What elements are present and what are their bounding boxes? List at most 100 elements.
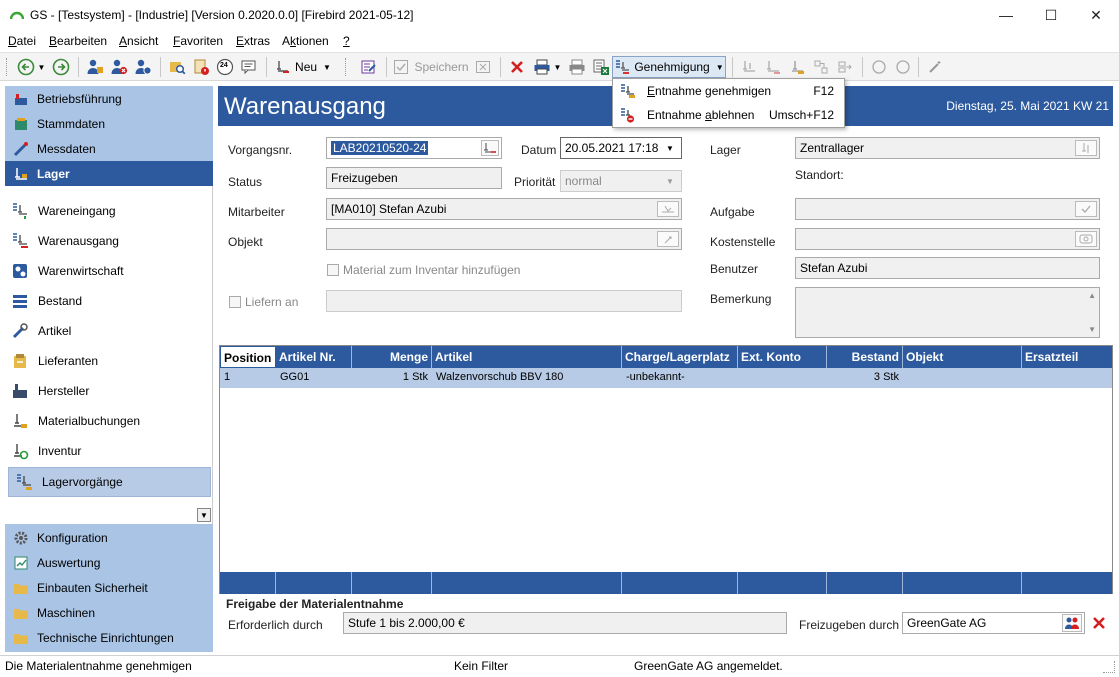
toolbar-grip[interactable]: [6, 58, 9, 76]
menu-extras[interactable]: Extras: [236, 34, 270, 48]
menu-datei[interactable]: Datei: [8, 34, 36, 48]
sidebar-item-artikel[interactable]: Artikel: [5, 316, 213, 346]
col-menge[interactable]: Menge: [352, 346, 432, 368]
sidebar-scroll-button[interactable]: ▼: [197, 508, 211, 522]
approval-dropdown-button[interactable]: Genehmigung ▼: [612, 56, 726, 78]
sidebar-item-warenausgang[interactable]: Warenausgang: [5, 226, 213, 256]
resize-grip[interactable]: [1103, 661, 1115, 673]
kostenstelle-field[interactable]: [795, 228, 1100, 250]
mitarbeiter-lookup-button[interactable]: [657, 201, 679, 217]
sidebar-item-hersteller[interactable]: Hersteller: [5, 376, 213, 406]
kostenstelle-lookup-button[interactable]: [1075, 231, 1097, 247]
inventory-count-icon: [14, 444, 29, 460]
book-in-button[interactable]: [738, 56, 760, 78]
forward-button[interactable]: [50, 56, 72, 78]
liefern-an-field[interactable]: [326, 290, 682, 312]
edit-button[interactable]: [358, 56, 380, 78]
prioritaet-select[interactable]: normal ▼: [560, 170, 682, 192]
alert-button[interactable]: [190, 56, 212, 78]
datum-dropdown-icon[interactable]: ▼: [661, 140, 679, 156]
release-by-lookup-button[interactable]: [1062, 614, 1082, 632]
sidebar-einbauten-sicherheit[interactable]: Einbauten Sicherheit: [5, 575, 213, 600]
menu-bearbeiten[interactable]: Bearbeiten: [49, 34, 107, 48]
sidebar-stammdaten[interactable]: Stammdaten: [5, 111, 213, 136]
sidebar-messdaten[interactable]: Messdaten: [5, 136, 213, 161]
menu-favoriten[interactable]: Favoriten: [173, 34, 223, 48]
user-delete-button[interactable]: [108, 56, 130, 78]
print-preview-button[interactable]: [566, 56, 588, 78]
user-info-button[interactable]: [132, 56, 154, 78]
clear-release-button[interactable]: [1091, 615, 1107, 631]
datum-field[interactable]: 20.05.2021 17:18 ▼: [560, 137, 682, 159]
stock-transfer-button[interactable]: [786, 56, 808, 78]
menu-aktionen[interactable]: Aktionen: [282, 34, 329, 48]
discard-button[interactable]: [472, 56, 494, 78]
aufgabe-lookup-button[interactable]: [1075, 201, 1097, 217]
sidebar-item-wareneingang[interactable]: Wareneingang: [5, 196, 213, 226]
toolbar-grip[interactable]: [345, 58, 348, 76]
lager-field[interactable]: Zentrallager: [795, 137, 1100, 159]
sidebar-item-inventur[interactable]: Inventur: [5, 436, 213, 466]
sidebar-item-lagervorgaenge[interactable]: Lagervorgänge: [8, 467, 211, 497]
tool-wand-button[interactable]: [924, 56, 946, 78]
sidebar-item-materialbuchungen[interactable]: Materialbuchungen: [5, 406, 213, 436]
col-artikel-nr[interactable]: Artikel Nr.: [276, 346, 352, 368]
menu-item-approve-withdrawal[interactable]: Entnahme genehmigen F12: [613, 79, 844, 103]
24h-button[interactable]: 24: [214, 56, 236, 78]
new-button[interactable]: Neu ▼: [272, 56, 332, 78]
release-by-field[interactable]: GreenGate AG: [902, 612, 1085, 634]
lager-lookup-button[interactable]: [1075, 140, 1097, 156]
comment-button[interactable]: [238, 56, 260, 78]
toolbar-separator: [386, 57, 387, 77]
menu-bar: Datei Bearbeiten Ansicht Favoriten Extra…: [0, 31, 1119, 51]
mitarbeiter-field[interactable]: [MA010] Stefan Azubi: [326, 198, 682, 220]
col-charge-lagerplatz[interactable]: Charge/Lagerplatz: [622, 346, 738, 368]
sidebar-maschinen[interactable]: Maschinen: [5, 600, 213, 625]
maximize-button[interactable]: ☐: [1028, 0, 1074, 30]
sidebar-lager[interactable]: Lager: [5, 161, 213, 186]
menu-ansicht[interactable]: Ansicht: [119, 34, 158, 48]
sidebar-betriebsfuehrung[interactable]: Betriebsführung: [5, 86, 213, 111]
inventar-checkbox[interactable]: [327, 264, 339, 276]
col-position[interactable]: Position: [220, 346, 276, 368]
vorgangsnr-lookup-button[interactable]: [481, 140, 499, 156]
col-objekt[interactable]: Objekt: [903, 346, 1022, 368]
objekt-lookup-button[interactable]: [657, 231, 679, 247]
sidebar-item-lieferanten[interactable]: Lieferanten: [5, 346, 213, 376]
aufgabe-field[interactable]: [795, 198, 1100, 220]
scroll-up-icon[interactable]: ▲: [1088, 291, 1096, 300]
col-artikel[interactable]: Artikel: [432, 346, 622, 368]
circle-button-1[interactable]: [868, 56, 890, 78]
split-button[interactable]: [810, 56, 832, 78]
table-row[interactable]: 1 GG01 1 Stk Walzenvorschub BBV 180 -unb…: [220, 368, 1112, 388]
sidebar-item-warenwirtschaft[interactable]: Warenwirtschaft: [5, 256, 213, 286]
menu-help[interactable]: ?: [343, 34, 350, 48]
menu-item-reject-withdrawal[interactable]: Entnahme ablehnen Umsch+F12: [613, 103, 844, 127]
back-button[interactable]: ▼: [14, 56, 48, 78]
sidebar-label: Konfiguration: [37, 530, 108, 545]
search-record-button[interactable]: [166, 56, 188, 78]
liefern-an-checkbox[interactable]: [229, 296, 241, 308]
delete-button[interactable]: [506, 56, 528, 78]
sidebar-item-bestand[interactable]: Bestand: [5, 286, 213, 316]
bemerkung-textarea[interactable]: ▲ ▼: [795, 287, 1100, 338]
circle-button-2[interactable]: [892, 56, 914, 78]
vorgangsnr-field[interactable]: LAB20210520-24: [326, 137, 502, 159]
minimize-button[interactable]: —: [983, 0, 1029, 30]
save-button[interactable]: Speichern: [392, 56, 470, 78]
col-bestand[interactable]: Bestand: [827, 346, 903, 368]
print-button[interactable]: ▼: [530, 56, 564, 78]
book-out-button[interactable]: [762, 56, 784, 78]
sidebar-technische-einrichtungen[interactable]: Technische Einrichtungen: [5, 625, 213, 650]
objekt-field[interactable]: [326, 228, 682, 250]
user-edit-button[interactable]: [84, 56, 106, 78]
scroll-down-icon[interactable]: ▼: [1088, 325, 1096, 334]
col-ersatzteil[interactable]: Ersatzteil: [1022, 346, 1112, 368]
sidebar-auswertung[interactable]: Auswertung: [5, 550, 213, 575]
sidebar-konfiguration[interactable]: Konfiguration: [5, 525, 213, 550]
clock-24-label: 24: [220, 62, 228, 69]
move-button[interactable]: [834, 56, 856, 78]
export-excel-button[interactable]: [590, 56, 612, 78]
col-ext-konto[interactable]: Ext. Konto: [738, 346, 827, 368]
close-window-button[interactable]: ✕: [1073, 0, 1119, 30]
